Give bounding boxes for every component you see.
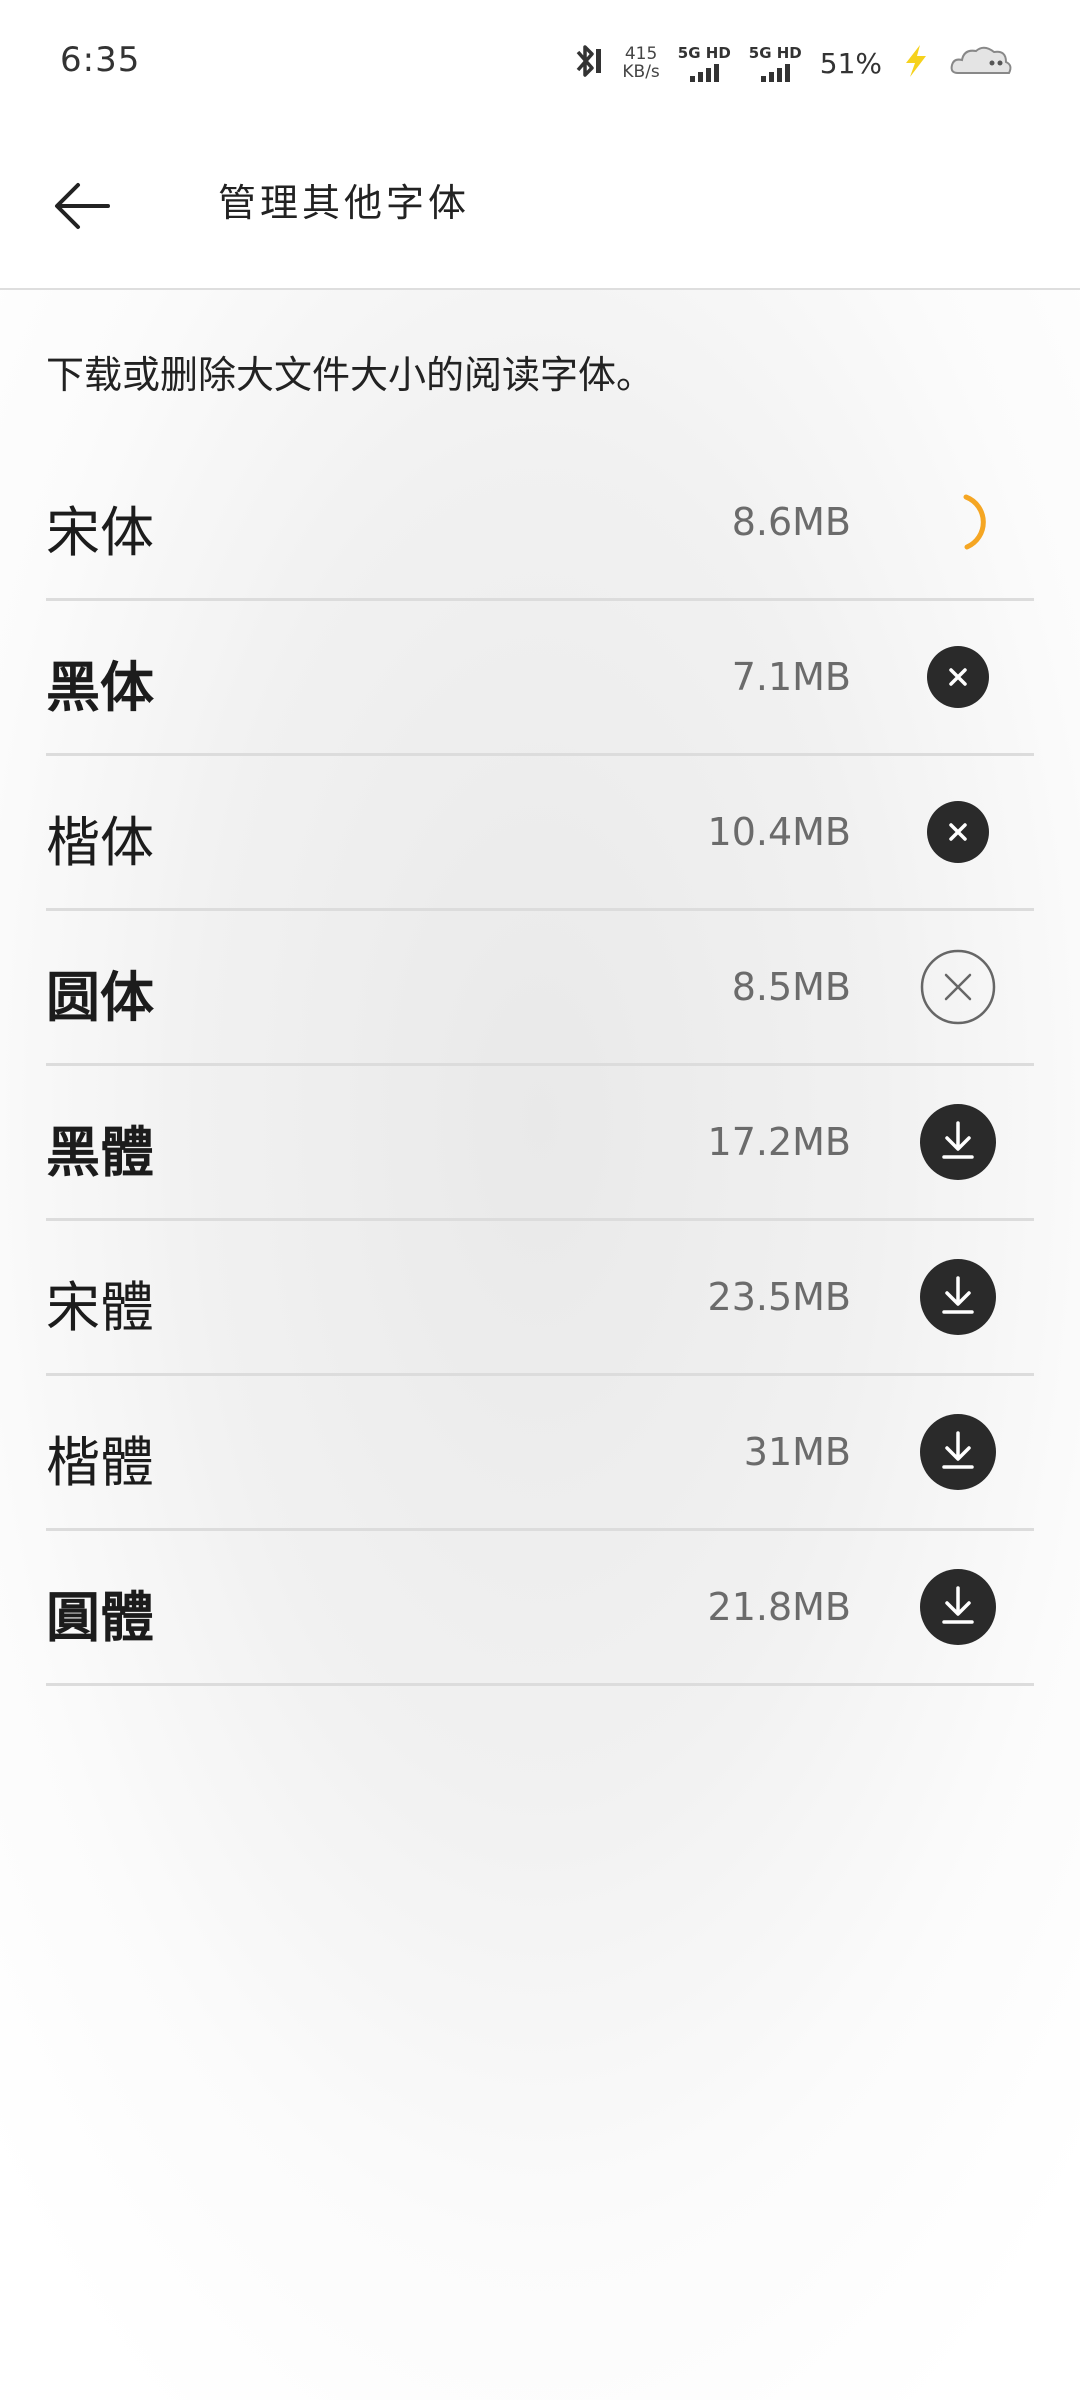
cancel-download-button[interactable] (920, 794, 996, 870)
bluetooth-icon (568, 41, 604, 85)
font-name: 黑體 (46, 1121, 154, 1184)
font-name: 楷体 (46, 811, 154, 874)
signal-bars-icon (689, 63, 719, 82)
delete-font-button[interactable] (920, 949, 996, 1025)
page-title: 管理其他字体 (218, 181, 471, 225)
font-name: 圆体 (46, 966, 154, 1029)
download-font-button[interactable] (920, 1569, 996, 1645)
font-row-kaiti-traditional[interactable]: 楷體 31MB (46, 1376, 1034, 1531)
font-file-size: 7.1MB (731, 655, 851, 699)
font-name: 宋體 (46, 1276, 154, 1339)
font-name: 黑体 (46, 656, 154, 719)
font-file-size: 10.4MB (707, 810, 851, 854)
download-icon (920, 1104, 996, 1180)
download-font-button[interactable] (920, 1104, 996, 1180)
status-icons: 415 KB/s 5G HD 5G HD 51% (568, 38, 1014, 88)
download-icon (920, 1414, 996, 1490)
app-header: 管理其他字体 (0, 120, 1080, 290)
download-icon (920, 1259, 996, 1335)
font-file-size: 21.8MB (707, 1585, 851, 1629)
font-name: 楷體 (46, 1431, 154, 1494)
sim1-label: 5G HD (677, 43, 731, 62)
font-name: 宋体 (46, 501, 154, 564)
download-font-button[interactable] (920, 1259, 996, 1335)
cancel-download-button[interactable] (920, 639, 996, 715)
signal-bars-icon (760, 63, 790, 82)
download-font-button[interactable] (920, 1414, 996, 1490)
cloud-mascot-icon (948, 41, 1014, 85)
download-progress-indicator (920, 484, 996, 560)
progress-spinner-icon (963, 494, 986, 550)
net-speed-value: 415 (624, 44, 658, 64)
font-file-size: 17.2MB (707, 1120, 851, 1164)
font-name: 圓體 (46, 1586, 154, 1649)
font-row-kaiti[interactable]: 楷体 10.4MB (46, 756, 1034, 911)
charging-icon (900, 43, 930, 83)
back-button[interactable] (42, 166, 122, 246)
battery-percent: 51% (819, 46, 882, 80)
font-row-songti-traditional[interactable]: 宋體 23.5MB (46, 1221, 1034, 1376)
description-text: 下载或删除大文件大小的阅读字体。 (46, 353, 655, 397)
sim2-signal: 5G HD (749, 45, 802, 82)
font-list: 宋体 8.6MB 黑体 7.1MB 楷体 10.4MB 圆体 8.5MB 黑體 … (46, 446, 1034, 1686)
status-bar: 6:35 415 KB/s 5G HD 5G HD 51% (0, 0, 1080, 120)
font-row-heiti-traditional[interactable]: 黑體 17.2MB (46, 1066, 1034, 1221)
net-speed: 415 KB/s (622, 45, 659, 81)
font-file-size: 23.5MB (707, 1275, 851, 1319)
font-file-size: 8.6MB (731, 500, 851, 544)
cancel-download-icon (927, 801, 989, 863)
delete-circle-x-icon (920, 949, 996, 1025)
status-time: 6:35 (60, 40, 141, 80)
font-row-yuanti[interactable]: 圆体 8.5MB (46, 911, 1034, 1066)
download-icon (920, 1569, 996, 1645)
net-speed-unit: KB/s (622, 62, 660, 82)
arrow-left-icon (55, 183, 110, 229)
cancel-download-icon (927, 646, 989, 708)
sim2-label: 5G HD (748, 43, 802, 62)
font-row-heiti[interactable]: 黑体 7.1MB (46, 601, 1034, 756)
font-file-size: 8.5MB (731, 965, 851, 1009)
font-row-songti[interactable]: 宋体 8.6MB (46, 446, 1034, 601)
font-row-yuanti-traditional[interactable]: 圓體 21.8MB (46, 1531, 1034, 1686)
sim1-signal: 5G HD (678, 45, 731, 82)
font-file-size: 31MB (743, 1430, 851, 1474)
